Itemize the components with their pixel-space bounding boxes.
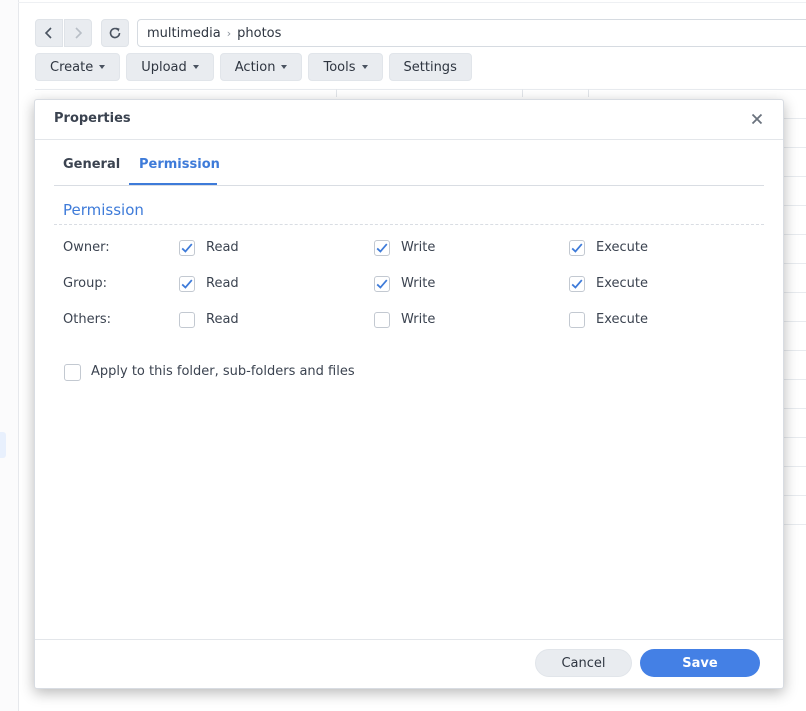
tab-bar: General Permission [54, 140, 764, 186]
owner-execute-label: Execute [596, 240, 648, 255]
caret-down-icon [192, 65, 199, 69]
group-read-checkbox[interactable] [179, 276, 195, 292]
upload-label: Upload [141, 59, 187, 75]
check-icon [376, 279, 388, 289]
chevron-left-icon [44, 27, 52, 39]
path-segment[interactable]: multimedia [147, 26, 221, 41]
column-divider [336, 89, 337, 97]
owner-label: Owner: [63, 240, 110, 255]
caret-down-icon [99, 65, 106, 69]
apply-recursive-label: Apply to this folder, sub-folders and fi… [91, 364, 355, 379]
others-write-checkbox[interactable] [374, 312, 390, 328]
refresh-icon [109, 27, 121, 39]
column-divider [588, 89, 589, 97]
forward-button[interactable] [64, 19, 92, 47]
back-button[interactable] [35, 19, 63, 47]
check-icon [571, 243, 583, 253]
owner-read-label: Read [206, 240, 239, 255]
check-icon [181, 279, 193, 289]
action-button[interactable]: Action [219, 53, 303, 81]
chevron-right-icon [75, 27, 83, 39]
check-icon [181, 243, 193, 253]
path-segment[interactable]: photos [237, 26, 281, 41]
tab-general[interactable]: General [63, 157, 120, 172]
others-label: Others: [63, 312, 112, 327]
check-icon [571, 279, 583, 289]
caret-down-icon [281, 65, 288, 69]
create-button[interactable]: Create [35, 53, 121, 81]
apply-recursive-checkbox[interactable] [64, 364, 81, 381]
owner-write-checkbox[interactable] [374, 240, 390, 256]
group-execute-label: Execute [596, 276, 648, 291]
group-write-checkbox[interactable] [374, 276, 390, 292]
sidebar-selection-hint [0, 432, 6, 458]
others-read-checkbox[interactable] [179, 312, 195, 328]
owner-read-checkbox[interactable] [179, 240, 195, 256]
tools-button[interactable]: Tools [308, 53, 383, 81]
dialog-title: Properties [54, 111, 131, 126]
dialog-header: Properties [35, 100, 783, 140]
others-execute-label: Execute [596, 312, 648, 327]
owner-write-label: Write [401, 240, 436, 255]
group-write-label: Write [401, 276, 436, 291]
cancel-button[interactable]: Cancel [535, 649, 632, 677]
toolbar: Create Upload Action Tools Settings [35, 53, 472, 81]
others-write-label: Write [401, 312, 436, 327]
top-divider [18, 0, 806, 3]
tools-label: Tools [323, 59, 356, 75]
settings-button[interactable]: Settings [388, 53, 472, 81]
settings-label: Settings [403, 59, 457, 75]
left-sidebar-rail [0, 0, 19, 711]
close-icon [751, 113, 763, 125]
column-divider [522, 89, 523, 97]
section-title: Permission [63, 201, 144, 219]
refresh-button[interactable] [101, 19, 129, 47]
save-button[interactable]: Save [640, 649, 760, 677]
table-divider [35, 89, 806, 90]
section-divider [54, 224, 764, 225]
others-read-label: Read [206, 312, 239, 327]
active-tab-indicator [129, 183, 217, 185]
path-separator: › [226, 26, 232, 40]
others-execute-checkbox[interactable] [569, 312, 585, 328]
path-bar[interactable]: multimedia › photos [137, 19, 806, 47]
create-label: Create [50, 59, 94, 75]
dialog-footer: Cancel Save [35, 639, 783, 688]
upload-button[interactable]: Upload [126, 53, 214, 81]
owner-execute-checkbox[interactable] [569, 240, 585, 256]
group-execute-checkbox[interactable] [569, 276, 585, 292]
group-label: Group: [63, 276, 107, 291]
properties-dialog: Properties General Permission Permission… [34, 99, 784, 689]
action-label: Action [234, 59, 276, 75]
caret-down-icon [361, 65, 368, 69]
tab-permission[interactable]: Permission [139, 157, 220, 172]
check-icon [376, 243, 388, 253]
group-read-label: Read [206, 276, 239, 291]
close-button[interactable] [749, 111, 765, 127]
